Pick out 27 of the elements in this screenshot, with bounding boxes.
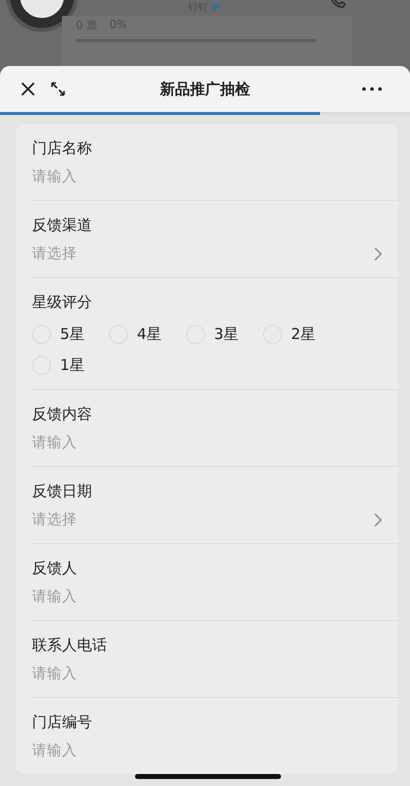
field-label: 门店名称 (32, 139, 92, 158)
sheet-title: 新品推广抽检 (160, 80, 250, 98)
input-field[interactable]: 请输入 (32, 664, 77, 683)
input-field[interactable]: 请输入 (32, 433, 77, 452)
radio-option[interactable]: 1星 (32, 356, 109, 375)
expand-button[interactable] (50, 81, 66, 97)
input-field[interactable]: 请输入 (32, 587, 77, 606)
select-field[interactable]: 请选择 (32, 244, 77, 263)
field-label: 反馈渠道 (32, 216, 92, 235)
close-button[interactable] (20, 81, 36, 97)
more-button[interactable] (362, 87, 382, 91)
diamond-icon (211, 3, 220, 11)
field-label: 星级评分 (32, 293, 92, 312)
input-field[interactable]: 请输入 (32, 167, 77, 186)
field-label: 反馈人 (32, 559, 77, 578)
radio-option[interactable]: 4星 (109, 325, 186, 344)
input-field[interactable]: 请输入 (32, 741, 77, 760)
radio-option[interactable]: 3星 (186, 325, 263, 344)
field-label: 反馈内容 (32, 405, 92, 424)
field-label: 联系人电话 (32, 636, 107, 655)
select-field[interactable]: 请选择 (32, 510, 77, 529)
field-label: 反馈日期 (32, 482, 92, 501)
radio-option[interactable]: 5星 (32, 325, 109, 344)
radio-option[interactable]: 2星 (263, 325, 340, 344)
field-label: 门店编号 (32, 713, 92, 732)
chevron-right-icon (374, 246, 382, 260)
chevron-right-icon (374, 512, 382, 526)
